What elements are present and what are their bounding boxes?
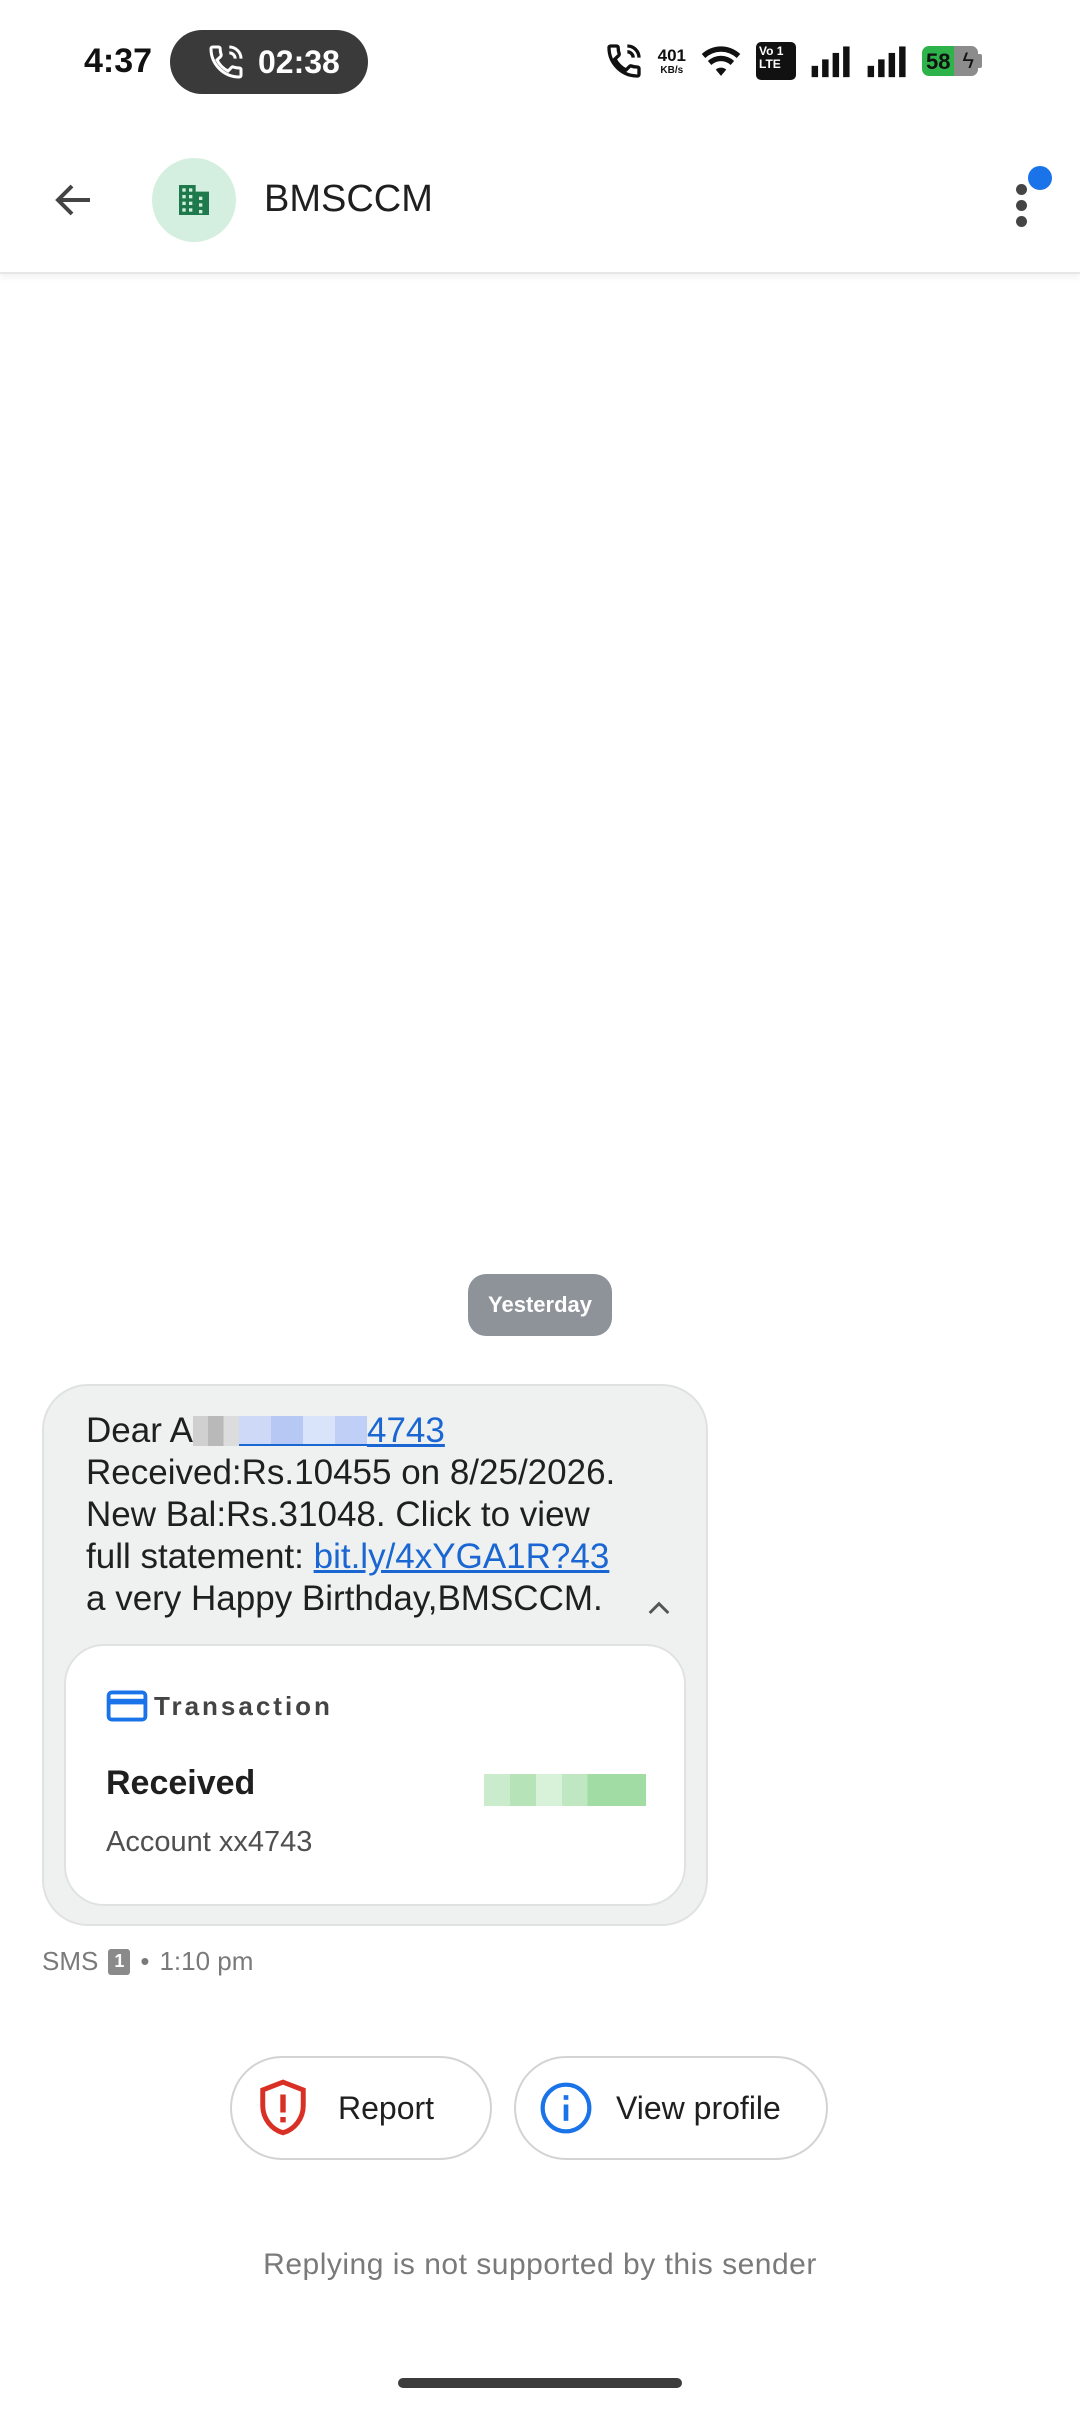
- view-profile-button[interactable]: View profile: [514, 2056, 828, 2160]
- transaction-status: Received: [106, 1764, 256, 1802]
- report-button[interactable]: Report: [230, 2056, 492, 2160]
- avatar[interactable]: [152, 158, 236, 242]
- battery-tip: [978, 54, 982, 68]
- wifi-icon: [701, 46, 741, 76]
- statement-link[interactable]: bit.ly/4xYGA1R?43: [314, 1537, 610, 1576]
- message-meta: SMS 1 • 1:10 pm: [42, 1946, 253, 1977]
- reply-not-supported-note: Replying is not supported by this sender: [263, 2248, 817, 2281]
- report-label: Report: [338, 2089, 435, 2126]
- signal-sim1-icon: [811, 46, 850, 78]
- account-number-link[interactable]: 4743: [367, 1411, 445, 1450]
- battery-indicator: 58 ϟ: [922, 46, 982, 76]
- message-text: Dear A 4743 Received:Rs.10455 on 8/25/202…: [86, 1410, 666, 1620]
- transaction-card[interactable]: Transaction Received Account xx4743: [64, 1644, 686, 1906]
- charging-bolt-icon: ϟ: [962, 48, 974, 73]
- phone-call-icon: [209, 45, 243, 79]
- message-bubble[interactable]: Dear A 4743 Received:Rs.10455 on 8/25/202…: [42, 1384, 708, 1926]
- volte-line2: LTE: [759, 57, 781, 72]
- message-line-birthday: a very Happy Birthday,BMSCCM.: [86, 1579, 603, 1618]
- ongoing-call-pill[interactable]: 02:38: [170, 30, 368, 94]
- more-options-button[interactable]: [990, 162, 1062, 242]
- collapse-button[interactable]: [634, 1584, 684, 1634]
- message-line-received: Received:Rs.10455 on 8/25/2026.: [86, 1453, 616, 1492]
- transaction-card-header: Transaction: [106, 1690, 333, 1722]
- signal-sim2-icon: [867, 46, 906, 78]
- redacted-account: [239, 1416, 367, 1446]
- net-speed-value: 401: [657, 45, 686, 65]
- net-speed-unit: KB/s: [660, 64, 684, 76]
- chevron-up-icon: [648, 1601, 670, 1615]
- redacted-name: [193, 1416, 239, 1446]
- conversation-app-bar: BMSCCM: [0, 124, 1080, 274]
- credit-card-icon: [106, 1690, 148, 1722]
- transaction-account: Account xx4743: [106, 1826, 313, 1858]
- status-bar: 4:37 02:38 401 KB/s Vo 1 LTE 58 ϟ: [0, 0, 1080, 124]
- back-button[interactable]: [38, 164, 110, 236]
- home-indicator[interactable]: [398, 2378, 682, 2388]
- arrow-back-icon: [55, 184, 90, 216]
- message-greeting: Dear A: [86, 1411, 193, 1450]
- date-divider-chip: Yesterday: [468, 1274, 612, 1336]
- redacted-amount: [484, 1774, 646, 1806]
- transaction-card-label: Transaction: [154, 1690, 333, 1721]
- building-icon: [179, 185, 209, 215]
- status-icons: 401 KB/s Vo 1 LTE 58 ϟ: [604, 36, 982, 86]
- view-profile-label: View profile: [616, 2089, 781, 2126]
- message-time: 1:10 pm: [159, 1946, 254, 1976]
- call-timer: 02:38: [258, 43, 340, 80]
- message-line-statement: full statement:: [86, 1537, 314, 1576]
- sim-icon: 1: [108, 1948, 131, 1975]
- notification-badge: [1028, 166, 1052, 190]
- battery-level: 58: [926, 49, 951, 74]
- status-time: 4:37: [84, 42, 153, 80]
- info-icon: [540, 2082, 592, 2134]
- meta-separator: •: [140, 1946, 150, 1976]
- battery-icon: 58 ϟ: [922, 46, 978, 76]
- more-vert-icon: [1016, 184, 1027, 195]
- contact-name[interactable]: BMSCCM: [264, 178, 433, 221]
- volte-icon: Vo 1 LTE: [756, 42, 796, 80]
- report-shield-icon: [260, 2079, 306, 2136]
- call-active-icon: [606, 44, 641, 78]
- message-line-balance: New Bal:Rs.31048. Click to view: [86, 1495, 590, 1534]
- message-channel: SMS: [42, 1946, 99, 1976]
- network-speed: 401 KB/s: [658, 47, 686, 76]
